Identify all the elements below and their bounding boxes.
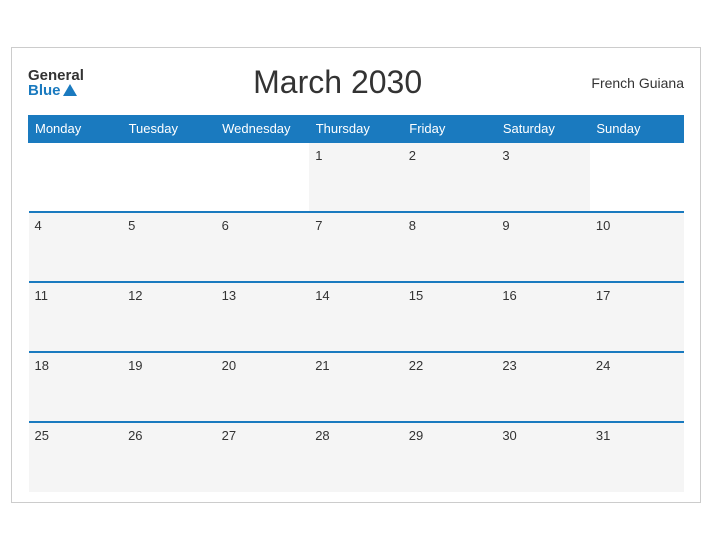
day-number: 5 — [128, 218, 135, 233]
table-row: 7 — [309, 212, 403, 282]
table-row: 27 — [216, 422, 310, 492]
header-thursday: Thursday — [309, 116, 403, 143]
day-number: 26 — [128, 428, 142, 443]
day-number: 8 — [409, 218, 416, 233]
table-row: 21 — [309, 352, 403, 422]
day-number: 4 — [35, 218, 42, 233]
table-row: 6 — [216, 212, 310, 282]
table-row: 18 — [29, 352, 123, 422]
day-number: 15 — [409, 288, 423, 303]
table-row: 17 — [590, 282, 684, 352]
table-row: 8 — [403, 212, 497, 282]
table-row: 26 — [122, 422, 216, 492]
table-row: 25 — [29, 422, 123, 492]
logo-blue-text: Blue — [28, 83, 77, 98]
header-friday: Friday — [403, 116, 497, 143]
table-row: 13 — [216, 282, 310, 352]
table-row: 11 — [29, 282, 123, 352]
day-number: 10 — [596, 218, 610, 233]
table-row: 28 — [309, 422, 403, 492]
table-row: 24 — [590, 352, 684, 422]
calendar-week-row: 25 26 27 28 29 30 31 — [29, 422, 684, 492]
calendar-wrapper: General Blue March 2030 French Guiana Mo… — [11, 47, 701, 503]
table-row — [122, 142, 216, 212]
days-header-row: Monday Tuesday Wednesday Thursday Friday… — [29, 116, 684, 143]
day-number: 20 — [222, 358, 236, 373]
logo-general-text: General — [28, 68, 84, 83]
day-number: 24 — [596, 358, 610, 373]
table-row: 10 — [590, 212, 684, 282]
day-number: 27 — [222, 428, 236, 443]
header-tuesday: Tuesday — [122, 116, 216, 143]
calendar-location: French Guiana — [591, 75, 684, 91]
calendar-week-row: 18 19 20 21 22 23 24 — [29, 352, 684, 422]
calendar-header: General Blue March 2030 French Guiana — [28, 64, 684, 101]
day-number: 22 — [409, 358, 423, 373]
day-number: 18 — [35, 358, 49, 373]
table-row: 31 — [590, 422, 684, 492]
calendar-week-row: 4 5 6 7 8 9 10 — [29, 212, 684, 282]
table-row: 19 — [122, 352, 216, 422]
calendar-title: March 2030 — [253, 64, 422, 101]
table-row: 2 — [403, 142, 497, 212]
day-number: 14 — [315, 288, 329, 303]
day-number: 23 — [502, 358, 516, 373]
header-sunday: Sunday — [590, 116, 684, 143]
day-number: 21 — [315, 358, 329, 373]
day-number: 19 — [128, 358, 142, 373]
table-row: 14 — [309, 282, 403, 352]
day-number: 1 — [315, 148, 322, 163]
day-number: 28 — [315, 428, 329, 443]
table-row — [216, 142, 310, 212]
header-monday: Monday — [29, 116, 123, 143]
day-number: 2 — [409, 148, 416, 163]
table-row: 23 — [496, 352, 590, 422]
header-saturday: Saturday — [496, 116, 590, 143]
logo: General Blue — [28, 68, 84, 98]
calendar-week-row: 1 2 3 — [29, 142, 684, 212]
table-row: 4 — [29, 212, 123, 282]
table-row: 29 — [403, 422, 497, 492]
table-row: 9 — [496, 212, 590, 282]
table-row: 15 — [403, 282, 497, 352]
logo-triangle-icon — [63, 84, 77, 96]
table-row: 30 — [496, 422, 590, 492]
day-number: 7 — [315, 218, 322, 233]
table-row: 1 — [309, 142, 403, 212]
day-number: 16 — [502, 288, 516, 303]
day-number: 29 — [409, 428, 423, 443]
table-row: 16 — [496, 282, 590, 352]
day-number: 25 — [35, 428, 49, 443]
calendar-table: Monday Tuesday Wednesday Thursday Friday… — [28, 115, 684, 492]
day-number: 13 — [222, 288, 236, 303]
day-number: 17 — [596, 288, 610, 303]
table-row — [29, 142, 123, 212]
table-row: 20 — [216, 352, 310, 422]
table-row: 3 — [496, 142, 590, 212]
day-number: 30 — [502, 428, 516, 443]
day-number: 31 — [596, 428, 610, 443]
day-number: 12 — [128, 288, 142, 303]
day-number: 9 — [502, 218, 509, 233]
day-number: 11 — [35, 288, 49, 303]
table-row: 5 — [122, 212, 216, 282]
header-wednesday: Wednesday — [216, 116, 310, 143]
day-number: 3 — [502, 148, 509, 163]
table-row: 22 — [403, 352, 497, 422]
table-row: 12 — [122, 282, 216, 352]
calendar-week-row: 11 12 13 14 15 16 17 — [29, 282, 684, 352]
day-number: 6 — [222, 218, 229, 233]
table-row — [590, 142, 684, 212]
